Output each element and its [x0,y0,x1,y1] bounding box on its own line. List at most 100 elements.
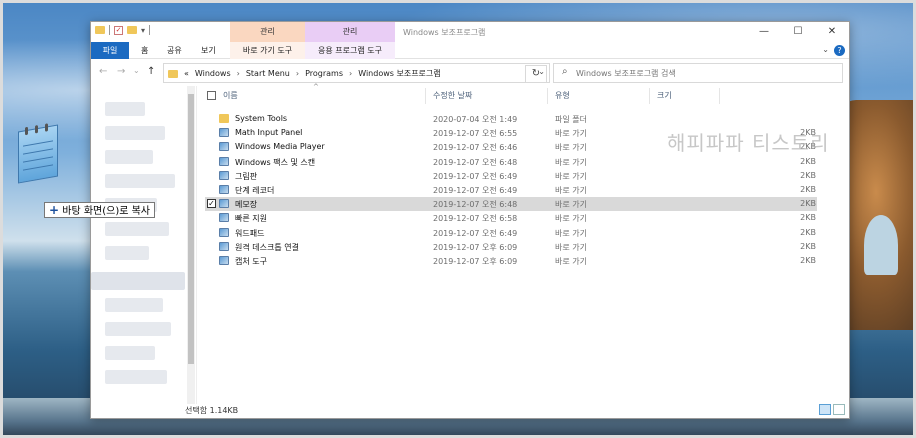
shortcut-icon [219,241,229,251]
file-size: 2KB [800,156,816,166]
file-name: 메모장 [235,200,258,210]
breadcrumb-accessories[interactable]: Windows 보조프로그램 [358,68,440,79]
folder-icon [168,69,178,78]
recent-locations-icon[interactable]: ⌄ [133,66,140,75]
column-size[interactable]: 크기 [657,90,672,101]
column-divider[interactable] [719,88,720,104]
file-name: 캡처 도구 [235,257,267,266]
column-name[interactable]: 이름 [223,90,238,101]
properties-icon[interactable]: ✓ [114,25,123,35]
scrollbar-thumb[interactable] [188,94,194,364]
file-explorer-window[interactable]: ✓ ▾ 관리 관리 Windows 보조프로그램 — ☐ ✕ 파일 홈 공유 보… [90,21,850,419]
row-checkbox[interactable]: ✓ [207,199,216,209]
file-date: 2019-12-07 오전 6:48 [433,157,518,167]
column-type[interactable]: 유형 [555,90,570,101]
drag-tooltip: + 바탕 화면(으)로 복사 [44,202,156,218]
details-view-icon[interactable] [819,404,831,415]
shortcut-icon [219,170,229,180]
tab-home[interactable]: 홈 [133,42,156,59]
file-row[interactable]: 빠른 지원 2019-12-07 오전 6:58 바로 가기 2KB [205,211,817,225]
navigation-bar: ← → ⌄ ↑ « Windows › Start Menu › Program… [91,60,849,86]
file-size: 2KB [800,213,816,223]
context-tab-manage-app[interactable]: 관리 [305,22,395,42]
context-tab-manage-shortcut[interactable]: 관리 [230,22,305,42]
breadcrumb-start-menu[interactable]: Start Menu [246,69,290,78]
chevron-right-icon[interactable]: › [296,69,299,78]
select-all-checkbox[interactable] [207,91,216,100]
file-size: 2KB [800,199,816,209]
title-bar[interactable]: ✓ ▾ 관리 관리 Windows 보조프로그램 — ☐ ✕ [91,22,849,42]
refresh-button[interactable]: ↻ [525,65,547,83]
column-divider[interactable] [547,88,548,104]
file-date: 2019-12-07 오전 6:58 [433,214,518,224]
file-type: 바로 가기 [555,228,587,238]
back-arrow-icon[interactable]: ← [99,66,107,77]
new-folder-icon[interactable] [127,26,137,34]
chevron-right-icon[interactable]: › [237,69,240,78]
file-row[interactable]: System Tools 2020-07-04 오전 1:49 파일 폴더 [205,112,817,126]
toolbar-divider [109,25,110,35]
column-divider[interactable] [425,88,426,104]
up-arrow-icon[interactable]: ↑ [147,66,155,77]
shortcut-icon [219,142,229,152]
file-row[interactable]: Windows 팩스 및 스캔 2019-12-07 오전 6:48 바로 가기 2K… [205,155,817,169]
file-row[interactable]: 그림판 2019-12-07 오전 6:49 바로 가기 2KB [205,169,817,183]
close-button[interactable]: ✕ [815,22,849,42]
file-name: 단계 레코더 [235,186,275,195]
plus-icon: + [49,203,60,217]
pad-line [23,140,53,147]
tab-view[interactable]: 보기 [193,42,224,59]
file-date: 2019-12-07 오후 6:09 [433,257,518,266]
file-row[interactable]: 원격 데스크톱 연결 2019-12-07 오후 6:09 바로 가기 2KB [205,240,817,254]
blurred-nav-item [105,150,153,164]
breadcrumb-windows[interactable]: Windows [195,69,231,78]
file-size: 2KB [800,227,816,237]
file-size: 2KB [800,170,816,180]
file-row[interactable]: ✓ 메모장 2019-12-07 오전 6:48 바로 가기 2KB [205,197,817,212]
pad-ring [45,123,48,132]
address-bar[interactable]: « Windows › Start Menu › Programs › Wind… [163,63,550,83]
file-date: 2019-12-07 오전 6:46 [433,143,518,153]
blurred-nav-item [105,102,145,116]
customize-toolbar-icon[interactable]: ▾ [141,26,145,35]
forward-arrow-icon[interactable]: → [117,66,125,77]
shortcut-icon [219,128,229,138]
expand-ribbon-icon[interactable]: ⌄ [822,45,829,54]
shortcut-icon [219,227,229,237]
help-icon[interactable]: ? [834,45,845,56]
column-date[interactable]: 수정한 날짜 [433,90,472,101]
tab-file[interactable]: 파일 [91,42,129,59]
file-date: 2019-12-07 오전 6:49 [433,186,518,195]
file-row[interactable]: 단계 레코더 2019-12-07 오전 6:49 바로 가기 2KB [205,183,817,197]
file-name: Math Input Panel [235,128,303,138]
file-type: 바로 가기 [555,257,587,266]
blurred-nav-item [105,370,167,384]
tab-application-tools[interactable]: 응용 프로그램 도구 [305,42,395,59]
dragged-notepad-icon[interactable] [8,120,66,198]
ribbon-tabs: 파일 홈 공유 보기 바로 가기 도구 응용 프로그램 도구 ⌄ ? [91,42,849,59]
breadcrumb-overflow[interactable]: « [184,69,189,78]
drag-tooltip-text: 바탕 화면(으)로 복사 [62,206,151,217]
nav-scrollbar[interactable] [187,86,195,404]
navigation-pane[interactable] [91,86,197,404]
search-input[interactable] [576,66,836,80]
chevron-right-icon[interactable]: › [349,69,352,78]
tab-shortcut-tools[interactable]: 바로 가기 도구 [230,42,305,59]
file-name: System Tools [235,114,288,123]
shortcut-icon [219,256,229,265]
column-divider[interactable] [649,88,650,104]
blurred-nav-item [105,298,163,312]
file-size: 2KB [800,256,816,265]
file-row[interactable]: 워드패드 2019-12-07 오전 6:49 바로 가기 2KB [205,226,817,240]
maximize-button[interactable]: ☐ [781,22,815,42]
sort-ascending-icon: ^ [313,83,319,91]
breadcrumb-programs[interactable]: Programs [305,69,343,78]
minimize-button[interactable]: — [747,22,781,42]
large-icons-view-icon[interactable] [833,404,845,415]
file-type: 바로 가기 [555,200,587,210]
status-bar: 선택함 1.14KB [91,402,849,418]
tab-share[interactable]: 공유 [159,42,190,59]
file-row[interactable]: 캡처 도구 2019-12-07 오후 6:09 바로 가기 2KB [205,254,817,268]
breadcrumb: « Windows › Start Menu › Programs › Wind… [168,68,441,79]
search-box[interactable]: ⌕ [553,63,843,83]
